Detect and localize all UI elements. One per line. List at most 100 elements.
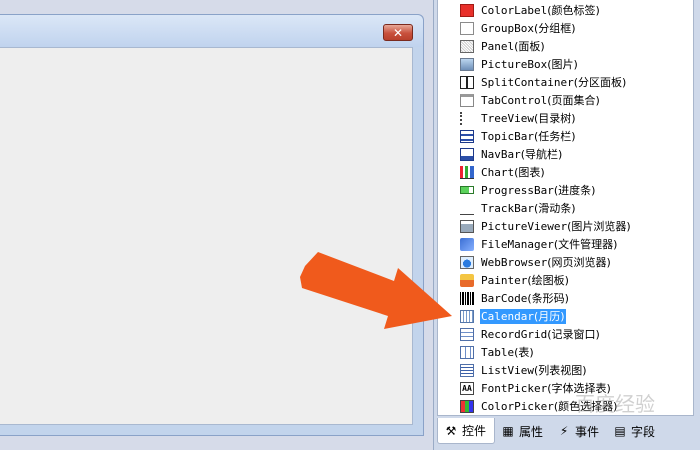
toolbox-item-panel[interactable]: Panel(面板) <box>460 38 546 54</box>
toolbox-item-label: RecordGrid(记录窗口) <box>480 327 601 342</box>
tab-lightning[interactable]: ⚡ 事件 <box>551 418 607 444</box>
toolbox-item-pictureviewer[interactable]: PictureViewer(图片浏览器) <box>460 218 632 234</box>
toolbox-item-label: TabControl(页面集合) <box>480 93 601 108</box>
toolbox-item-name: ListView <box>481 363 534 377</box>
toolbox-item-label: FileManager(文件管理器) <box>480 237 618 252</box>
toolbox-item-desc: (任务栏) <box>533 129 576 143</box>
tab-tools[interactable]: ⚒ 控件 <box>437 418 496 444</box>
toolbox-item-desc: (颜色标签) <box>547 3 600 17</box>
toolbox-list[interactable]: ColorLabel(颜色标签) GroupBox(分组框) Panel(面板) Pi… <box>437 0 694 416</box>
panel-icon <box>460 39 474 53</box>
toolbox-item-label: Painter(绘图板) <box>480 273 570 288</box>
toolbox-item-label: NavBar(导航栏) <box>480 147 563 162</box>
toolbox-item-table[interactable]: Table(表) <box>460 344 535 360</box>
toolbox-item-barcode[interactable]: BarCode(条形码) <box>460 290 570 306</box>
toolbox-item-name: WebBrowser <box>481 255 548 269</box>
toolbox-item-name: Painter <box>481 273 528 287</box>
group-box-icon <box>460 21 474 35</box>
tree-view-icon <box>460 111 474 125</box>
field-icon: ▤ <box>614 424 626 438</box>
toolbox-item-name: TabControl <box>481 93 548 107</box>
toolbox-item-desc: (图片) <box>547 57 578 71</box>
toolbox-item-trackbar[interactable]: TrackBar(滑动条) <box>460 200 577 216</box>
tab-label: 字段 <box>631 424 656 439</box>
form-window[interactable]: ✕ <box>0 14 424 436</box>
toolbox-item-label: WebBrowser(网页浏览器) <box>480 255 612 270</box>
tab-field[interactable]: ▤ 字段 <box>607 418 663 444</box>
toolbox-item-filemanager[interactable]: FileManager(文件管理器) <box>460 236 618 252</box>
toolbox-item-label: SplitContainer(分区面板) <box>480 75 627 90</box>
lightning-icon: ⚡ <box>559 424 569 438</box>
watermark-text: 百度经验 <box>575 392 655 416</box>
toolbox-item-webbrowser[interactable]: WebBrowser(网页浏览器) <box>460 254 612 270</box>
tab-properties[interactable]: ▦ 属性 <box>495 418 551 444</box>
toolbox-item-calendar[interactable]: Calendar(月历) <box>460 308 566 324</box>
progress-bar-icon <box>460 186 474 194</box>
toolbox-item-desc: (滑动条) <box>533 201 576 215</box>
form-titlebar[interactable]: ✕ <box>0 15 423 47</box>
toolbox-item-splitcontainer[interactable]: SplitContainer(分区面板) <box>460 74 627 90</box>
font-picker-icon: AA <box>460 381 474 395</box>
toolbox-item-topicbar[interactable]: TopicBar(任务栏) <box>460 128 577 144</box>
toolbox-item-painter[interactable]: Painter(绘图板) <box>460 272 570 288</box>
toolbox-item-name: ProgressBar <box>481 183 554 197</box>
calendar-icon <box>460 309 474 323</box>
toolbox-item-name: FileManager <box>481 237 554 251</box>
toolbox-item-picturebox[interactable]: PictureBox(图片) <box>460 56 579 72</box>
toolbox-item-desc: (分区面板) <box>573 75 627 89</box>
color-picker-icon <box>460 399 474 413</box>
close-button[interactable]: ✕ <box>383 24 413 41</box>
properties-icon: ▦ <box>502 424 514 438</box>
toolbox-item-desc: (月历) <box>533 309 565 323</box>
toolbox-item-desc: (进度条) <box>553 183 596 197</box>
toolbox-item-label: Panel(面板) <box>480 39 546 54</box>
barcode-icon <box>460 291 474 305</box>
toolbox-item-desc: (图表) <box>514 165 545 179</box>
split-container-icon <box>460 75 474 89</box>
toolbox-panel: ColorLabel(颜色标签) GroupBox(分组框) Panel(面板) Pi… <box>433 0 700 450</box>
toolbox-item-name: FontPicker <box>481 381 548 395</box>
toolbox-item-name: ColorLabel <box>481 3 548 17</box>
picture-box-icon <box>460 57 474 71</box>
toolbox-item-label: TrackBar(滑动条) <box>480 201 577 216</box>
toolbox-item-navbar[interactable]: NavBar(导航栏) <box>460 146 563 162</box>
toolbox-item-label: TopicBar(任务栏) <box>480 129 577 144</box>
toolbox-item-name: Calendar <box>481 309 534 323</box>
form-canvas[interactable] <box>0 47 413 425</box>
toolbox-item-label: PictureViewer(图片浏览器) <box>480 219 632 234</box>
nav-bar-icon <box>460 147 474 161</box>
toolbox-item-desc: (图片浏览器) <box>567 219 631 233</box>
toolbox-item-name: GroupBox <box>481 21 534 35</box>
toolbox-item-name: NavBar <box>481 147 521 161</box>
toolbox-item-name: RecordGrid <box>481 327 548 341</box>
toolbox-item-label: ProgressBar(进度条) <box>480 183 596 198</box>
chart-icon <box>460 165 474 179</box>
toolbox-item-listview[interactable]: ListView(列表视图) <box>460 362 588 378</box>
toolbox-item-label: PictureBox(图片) <box>480 57 579 72</box>
toolbox-item-tabcontrol[interactable]: TabControl(页面集合) <box>460 92 601 108</box>
toolbox-item-desc: (表) <box>514 345 534 359</box>
list-view-icon <box>460 363 474 377</box>
record-grid-icon <box>460 327 474 341</box>
toolbox-item-name: Table <box>481 345 515 359</box>
picture-viewer-icon <box>460 219 474 233</box>
toolbox-item-groupbox[interactable]: GroupBox(分组框) <box>460 20 577 36</box>
toolbox-item-progressbar[interactable]: ProgressBar(进度条) <box>460 182 596 198</box>
toolbox-item-label: GroupBox(分组框) <box>480 21 577 36</box>
toolbox-item-name: Chart <box>481 165 515 179</box>
toolbox-item-desc: (面板) <box>514 39 545 53</box>
toolbox-item-treeview[interactable]: TreeView(目录树) <box>460 110 577 126</box>
tab-label: 属性 <box>519 424 544 439</box>
toolbox-item-label: TreeView(目录树) <box>480 111 577 126</box>
close-icon: ✕ <box>392 25 404 40</box>
painter-icon <box>460 273 474 287</box>
table-icon <box>460 345 474 359</box>
toolbox-item-recordgrid[interactable]: RecordGrid(记录窗口) <box>460 326 601 342</box>
toolbox-item-name: PictureBox <box>481 57 548 71</box>
toolbox-item-name: TrackBar <box>481 201 534 215</box>
toolbox-item-chart[interactable]: Chart(图表) <box>460 164 546 180</box>
web-browser-icon <box>460 255 474 269</box>
toolbox-item-colorlabel[interactable]: ColorLabel(颜色标签) <box>460 2 601 18</box>
toolbox-item-name: SplitContainer <box>481 75 574 89</box>
toolbox-item-desc: (列表视图) <box>533 363 587 377</box>
